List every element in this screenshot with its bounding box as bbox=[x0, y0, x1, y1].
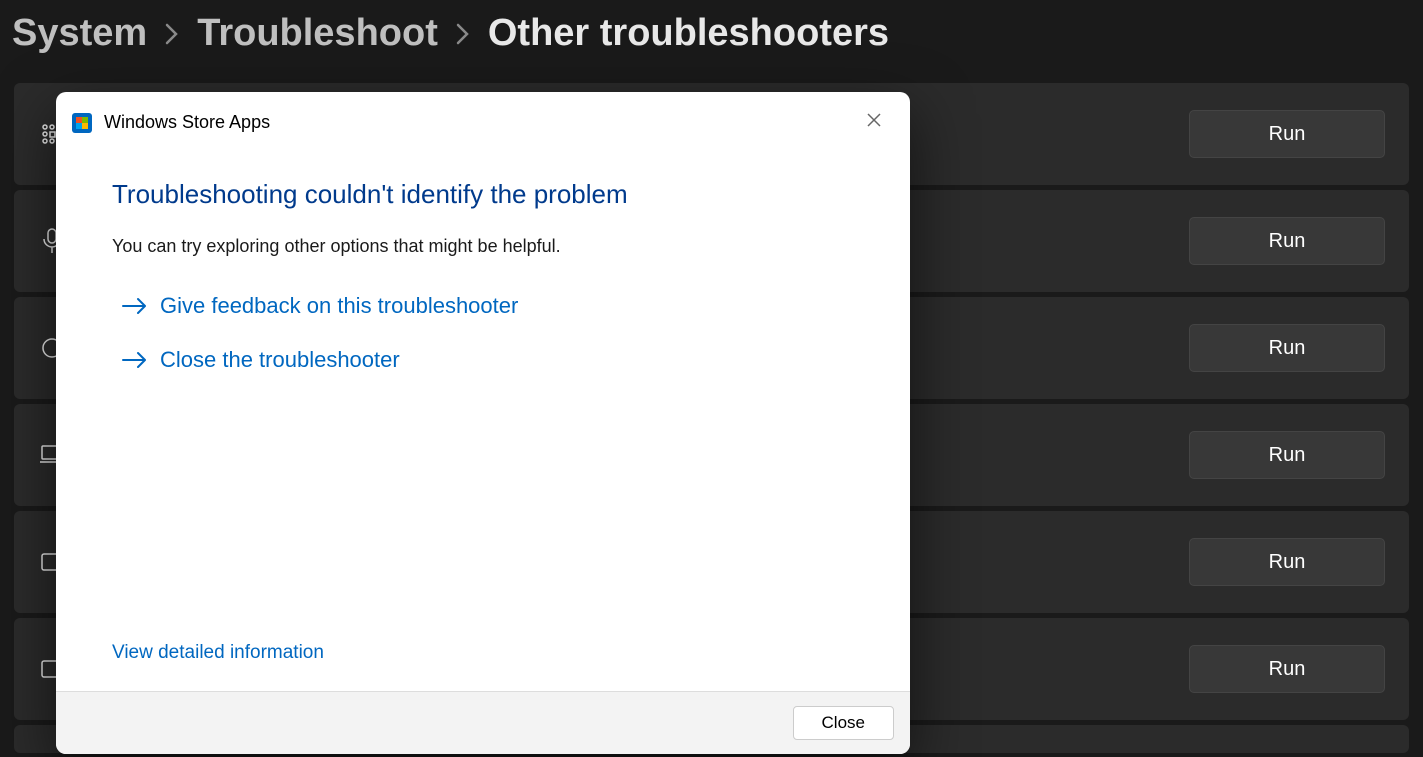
dialog-app-title: Windows Store Apps bbox=[104, 112, 270, 133]
link-label: Give feedback on this troubleshooter bbox=[160, 293, 518, 319]
run-button[interactable]: Run bbox=[1189, 645, 1385, 693]
chevron-right-icon bbox=[456, 23, 470, 45]
run-button[interactable]: Run bbox=[1189, 217, 1385, 265]
arrow-right-icon bbox=[122, 297, 148, 315]
dialog-footer: Close bbox=[56, 691, 910, 754]
breadcrumb-current: Other troubleshooters bbox=[488, 12, 889, 55]
troubleshooter-dialog: Windows Store Apps Troubleshooting could… bbox=[56, 92, 910, 754]
dialog-header: Windows Store Apps bbox=[56, 92, 910, 141]
dialog-body: Troubleshooting couldn't identify the pr… bbox=[56, 141, 910, 691]
close-troubleshooter-link[interactable]: Close the troubleshooter bbox=[122, 347, 854, 373]
run-button[interactable]: Run bbox=[1189, 538, 1385, 586]
dialog-heading: Troubleshooting couldn't identify the pr… bbox=[112, 179, 854, 210]
chevron-right-icon bbox=[165, 23, 179, 45]
run-button[interactable]: Run bbox=[1189, 324, 1385, 372]
give-feedback-link[interactable]: Give feedback on this troubleshooter bbox=[122, 293, 854, 319]
link-label: Close the troubleshooter bbox=[160, 347, 400, 373]
breadcrumb: System Troubleshoot Other troubleshooter… bbox=[0, 0, 1423, 83]
dialog-subtext: You can try exploring other options that… bbox=[112, 236, 854, 257]
close-button[interactable]: Close bbox=[793, 706, 894, 740]
run-button[interactable]: Run bbox=[1189, 431, 1385, 479]
breadcrumb-troubleshoot[interactable]: Troubleshoot bbox=[197, 12, 438, 55]
run-button[interactable]: Run bbox=[1189, 110, 1385, 158]
windows-store-icon bbox=[72, 113, 92, 133]
breadcrumb-system[interactable]: System bbox=[12, 12, 147, 55]
view-detailed-info-link[interactable]: View detailed information bbox=[112, 642, 324, 664]
close-icon[interactable] bbox=[862, 108, 886, 132]
arrow-right-icon bbox=[122, 351, 148, 369]
